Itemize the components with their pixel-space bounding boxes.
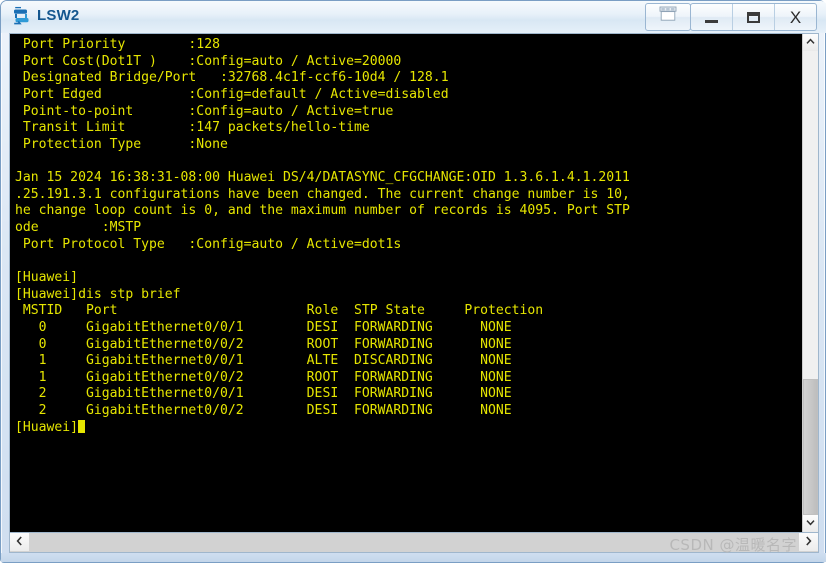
terminal-line: [Huawei]: [15, 269, 79, 285]
scroll-up-button[interactable]: [803, 34, 818, 51]
terminal-window: LSW2 X Port Priority:128 Port Cost(Dot1…: [0, 0, 826, 563]
terminal-line: 0 GigabitEthernet0/0/2 ROOT FORWARDING N…: [15, 336, 512, 352]
minimize-button[interactable]: [691, 4, 733, 30]
watermark: CSDN @温暖名字: [669, 536, 797, 554]
terminal-line: 2 GigabitEthernet0/0/2 DESI FORWARDING N…: [15, 403, 512, 419]
terminal-line: 0 GigabitEthernet0/0/1 DESI FORWARDING N…: [15, 319, 512, 335]
terminal-line: Point-to-point :Config=auto / Active=tru…: [15, 103, 394, 119]
title-bar: LSW2 X: [1, 1, 826, 33]
close-button[interactable]: X: [775, 4, 816, 30]
chevron-right-icon: [805, 535, 812, 549]
terminal-line: 2 GigabitEthernet0/0/1 DESI FORWARDING N…: [15, 386, 512, 402]
terminal-line: Designated Bridge/Port :32768.4c1f-ccf6-…: [15, 70, 449, 86]
terminal-line: Port Edged :Config=default / Active=disa…: [15, 86, 449, 102]
terminal-line: Port Protocol Type :Config=auto / Active…: [15, 236, 402, 252]
terminal-line: Protection Type :None: [15, 136, 228, 152]
scroll-right-button[interactable]: [799, 533, 818, 551]
vertical-scrollbar[interactable]: [802, 34, 818, 532]
close-icon: X: [789, 7, 802, 27]
terminal-area: Port Priority :128 Port Cost(Dot1T ) :Co…: [9, 33, 819, 533]
scroll-left-button[interactable]: [10, 533, 29, 551]
chevron-up-icon: [806, 37, 815, 48]
scroll-down-button[interactable]: [803, 515, 818, 532]
restore-windows-icon: [658, 6, 678, 28]
chevron-left-icon: [16, 535, 23, 549]
terminal-line: [Huawei]dis stp brief: [15, 286, 181, 302]
terminal-line: Transit Limit :147 packets/hello-time: [15, 120, 370, 136]
terminal-line: 1 GigabitEthernet0/0/2 ROOT FORWARDING N…: [15, 369, 512, 385]
terminal-prompt-line: [Huawei]: [15, 419, 804, 437]
window-bottom-strip: [1, 553, 826, 562]
terminal-line: ode :MSTP: [15, 220, 142, 236]
chevron-down-icon: [806, 518, 815, 529]
terminal-line: .25.191.3.1 configurations have been cha…: [15, 186, 630, 202]
maximize-button[interactable]: [733, 4, 775, 30]
restore-windows-button[interactable]: [646, 4, 690, 30]
minimize-icon: [705, 19, 718, 23]
terminal-lines: Port Priority :128 Port Cost(Dot1T ) :Co…: [15, 37, 804, 436]
window-title: LSW2: [37, 7, 80, 24]
maximize-icon: [747, 11, 760, 23]
terminal-output[interactable]: Port Priority :128 Port Cost(Dot1T ) :Co…: [10, 34, 804, 532]
terminal-line: Port Priority :128: [15, 37, 220, 52]
switch-icon: [11, 6, 33, 28]
terminal-line: Jan 15 2024 16:38:31-08:00 Huawei DS/4/D…: [15, 170, 630, 186]
terminal-line: Port Cost(Dot1T ) :Config=auto / Active=…: [15, 53, 402, 69]
vertical-scrollbar-thumb[interactable]: [803, 379, 818, 515]
terminal-caret: [78, 419, 86, 433]
terminal-line: 1 GigabitEthernet0/0/1 ALTE DISCARDING N…: [15, 353, 512, 369]
extra-button-group: [645, 3, 691, 31]
window-controls: X: [690, 3, 817, 31]
terminal-line: he change loop count is 0, and the maxim…: [15, 203, 630, 219]
terminal-prompt: [Huawei]: [15, 419, 79, 435]
terminal-line: MSTID Port Role STP State Protection: [15, 303, 544, 319]
